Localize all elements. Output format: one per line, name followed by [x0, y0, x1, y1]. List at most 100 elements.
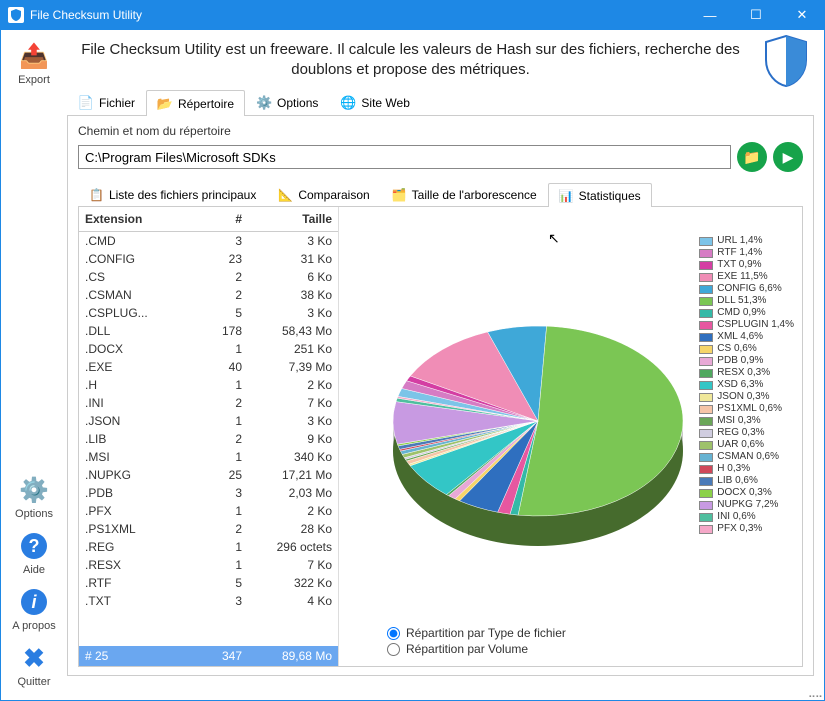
legend-label: CS 0,6% [717, 343, 756, 355]
table-row[interactable]: .PDB32,03 Mo [79, 484, 338, 502]
table-row[interactable]: .PS1XML228 Ko [79, 520, 338, 538]
legend-item: CMD 0,9% [699, 307, 794, 319]
col-count[interactable]: # [196, 212, 242, 226]
list-icon: 📋 [89, 188, 104, 202]
resize-grip[interactable]: ⣀⣀ [808, 685, 822, 698]
table-row[interactable]: .INI27 Ko [79, 394, 338, 412]
directory-input[interactable] [78, 145, 731, 169]
tab-liste[interactable]: 📋Liste des fichiers principaux [78, 182, 267, 206]
cell-ext: .RTF [85, 576, 196, 590]
cell-count: 25 [196, 468, 242, 482]
cell-size: 6 Ko [242, 270, 332, 284]
tab-comparaison[interactable]: 📐Comparaison [267, 182, 380, 206]
tab-options[interactable]: ⚙️Options [245, 89, 329, 115]
legend-item: PS1XML 0,6% [699, 403, 794, 415]
legend-swatch [699, 321, 713, 330]
radio-type-input[interactable] [387, 627, 400, 640]
maximize-button[interactable]: ☐ [733, 0, 779, 30]
legend-label: PDB 0,9% [717, 355, 763, 367]
legend-label: REG 0,3% [717, 427, 764, 439]
browse-button[interactable]: 📁 [737, 142, 767, 172]
directory-panel: Chemin et nom du répertoire 📁 ▶ 📋Liste d… [67, 116, 814, 676]
table-row[interactable]: .JSON13 Ko [79, 412, 338, 430]
legend-swatch [699, 297, 713, 306]
legend-label: CSPLUGIN 1,4% [717, 319, 794, 331]
options-button[interactable]: ⚙️ Options [5, 470, 63, 526]
play-icon: ▶ [783, 149, 794, 166]
table-row[interactable]: .RESX17 Ko [79, 556, 338, 574]
table-row[interactable]: .CSPLUG...53 Ko [79, 304, 338, 322]
col-extension[interactable]: Extension [85, 212, 196, 226]
legend-label: INI 0,6% [717, 511, 755, 523]
export-button[interactable]: 📤 Export [5, 36, 63, 92]
legend-swatch [699, 405, 713, 414]
cell-ext: .RESX [85, 558, 196, 572]
legend-item: INI 0,6% [699, 511, 794, 523]
legend-swatch [699, 369, 713, 378]
legend-label: NUPKG 7,2% [717, 499, 778, 511]
cell-ext: .CS [85, 270, 196, 284]
tab-statistiques[interactable]: 📊Statistiques [548, 183, 652, 207]
close-button[interactable]: ✕ [779, 0, 825, 30]
cell-size: 4 Ko [242, 594, 332, 608]
tab-siteweb[interactable]: 🌐Site Web [329, 89, 420, 115]
footer-label: # 25 [85, 649, 196, 663]
legend-swatch [699, 489, 713, 498]
table-row[interactable]: .CS26 Ko [79, 268, 338, 286]
legend-item: NUPKG 7,2% [699, 499, 794, 511]
quit-label: Quitter [17, 676, 50, 688]
cell-size: 38 Ko [242, 288, 332, 302]
cell-count: 178 [196, 324, 242, 338]
cell-count: 3 [196, 234, 242, 248]
legend-swatch [699, 249, 713, 258]
legend-label: XML 4,6% [717, 331, 763, 343]
footer-size: 89,68 Mo [242, 649, 332, 663]
cell-ext: .PFX [85, 504, 196, 518]
tab-repertoire[interactable]: 📂Répertoire [146, 90, 245, 116]
cell-ext: .DLL [85, 324, 196, 338]
radio-volume-input[interactable] [387, 643, 400, 656]
legend-swatch [699, 273, 713, 282]
table-row[interactable]: .RTF5322 Ko [79, 574, 338, 592]
quit-button[interactable]: ✖ Quitter [5, 638, 63, 694]
table-row[interactable]: .DLL17858,43 Mo [79, 322, 338, 340]
tab-fichier[interactable]: 📄Fichier [67, 89, 146, 115]
col-size[interactable]: Taille [242, 212, 332, 226]
cell-ext: .TXT [85, 594, 196, 608]
table-body[interactable]: .CMD33 Ko.CONFIG2331 Ko.CS26 Ko.CSMAN238… [79, 232, 338, 646]
radio-type[interactable]: Répartition par Type de fichier [387, 626, 566, 640]
table-row[interactable]: .CONFIG2331 Ko [79, 250, 338, 268]
table-row[interactable]: .PFX12 Ko [79, 502, 338, 520]
run-button[interactable]: ▶ [773, 142, 803, 172]
table-row[interactable]: .H12 Ko [79, 376, 338, 394]
legend-swatch [699, 429, 713, 438]
cell-ext: .NUPKG [85, 468, 196, 482]
legend-item: DOCX 0,3% [699, 487, 794, 499]
table-row[interactable]: .CSMAN238 Ko [79, 286, 338, 304]
table-row[interactable]: .NUPKG2517,21 Mo [79, 466, 338, 484]
table-row[interactable]: .MSI1340 Ko [79, 448, 338, 466]
cell-size: 7,39 Mo [242, 360, 332, 374]
footer-count: 347 [196, 649, 242, 663]
table-row[interactable]: .REG1296 octets [79, 538, 338, 556]
minimize-button[interactable]: — [687, 0, 733, 30]
tab-taille[interactable]: 🗂️Taille de l'arborescence [381, 182, 548, 206]
radio-volume[interactable]: Répartition par Volume [387, 642, 566, 656]
legend-item: RESX 0,3% [699, 367, 794, 379]
cell-count: 3 [196, 486, 242, 500]
gear-icon: ⚙️ [256, 95, 272, 111]
table-row[interactable]: .LIB29 Ko [79, 430, 338, 448]
legend-item: PFX 0,3% [699, 523, 794, 535]
window-title: File Checksum Utility [30, 8, 687, 22]
about-button[interactable]: i A propos [5, 582, 63, 638]
cell-size: 2 Ko [242, 378, 332, 392]
legend-label: MSI 0,3% [717, 415, 760, 427]
legend-swatch [699, 441, 713, 450]
shield-icon [762, 34, 810, 88]
table-row[interactable]: .DOCX1251 Ko [79, 340, 338, 358]
table-row[interactable]: .TXT34 Ko [79, 592, 338, 610]
help-button[interactable]: ? Aide [5, 526, 63, 582]
table-row[interactable]: .CMD33 Ko [79, 232, 338, 250]
cell-size: 2,03 Mo [242, 486, 332, 500]
table-row[interactable]: .EXE407,39 Mo [79, 358, 338, 376]
